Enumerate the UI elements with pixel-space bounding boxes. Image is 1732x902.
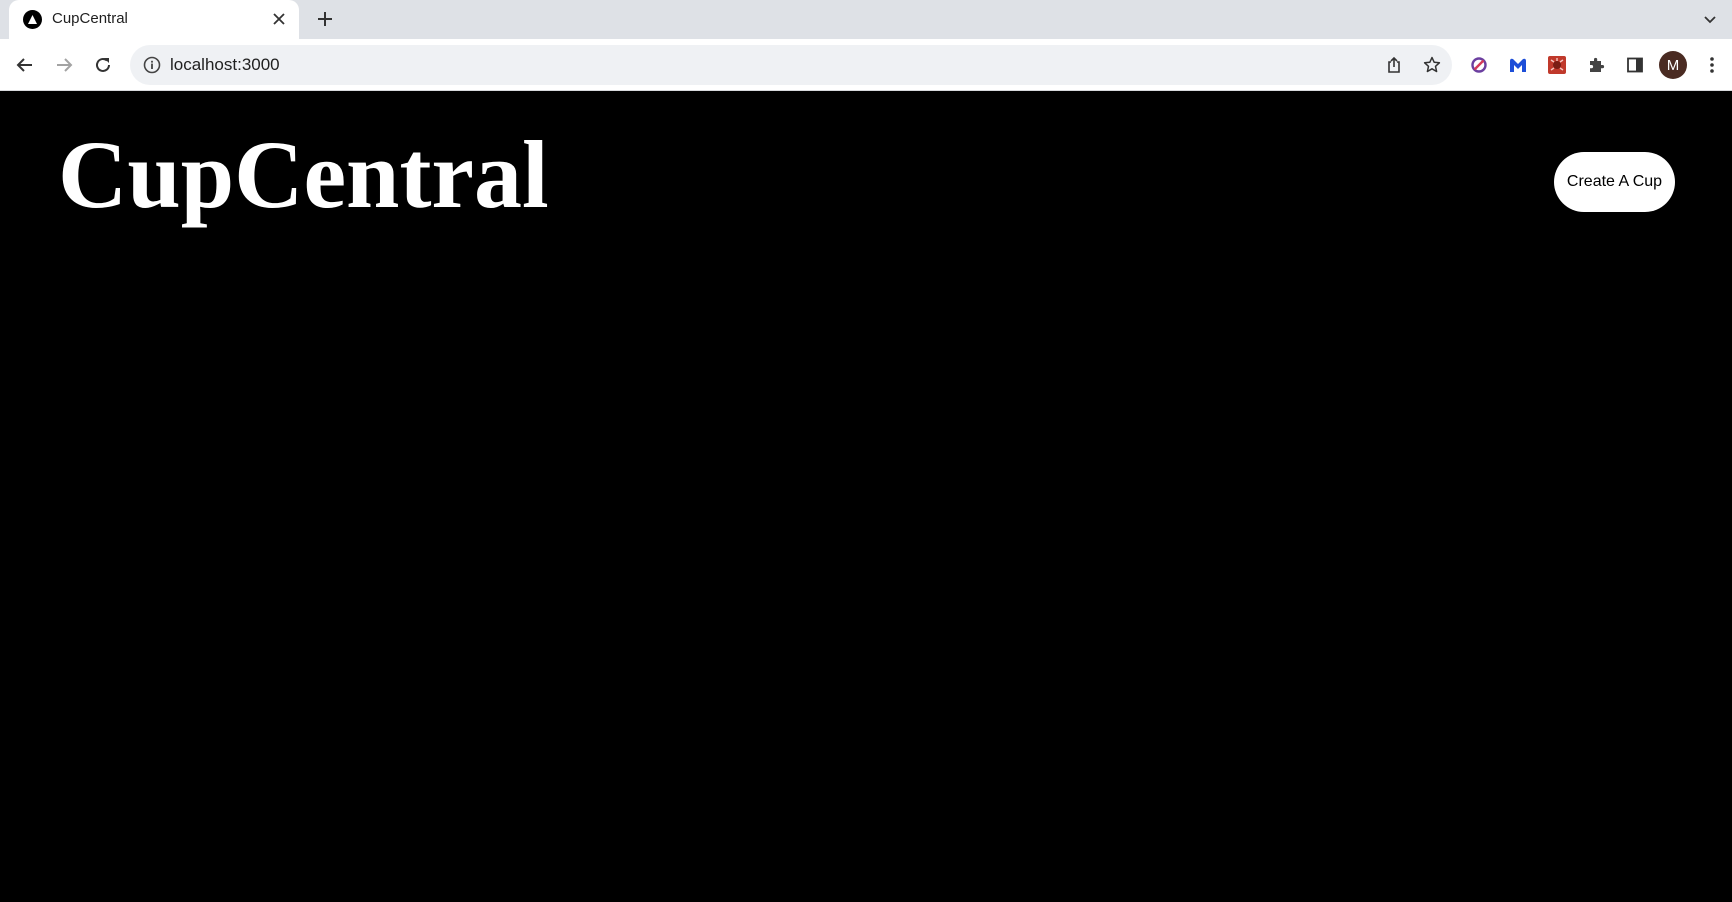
tab-title: CupCentral <box>52 10 128 27</box>
tab-search-chevron-down-icon[interactable] <box>1698 7 1722 31</box>
page-content: CupCentral Create A Cup <box>0 92 1732 902</box>
address-bar[interactable]: localhost:3000 <box>130 45 1452 85</box>
close-tab-icon[interactable] <box>269 9 289 29</box>
new-tab-icon[interactable] <box>313 7 337 31</box>
reload-icon[interactable] <box>88 50 118 80</box>
blocker-extension-icon[interactable] <box>1466 52 1492 78</box>
bookmark-star-icon[interactable] <box>1420 53 1444 77</box>
extensions-puzzle-icon[interactable] <box>1583 52 1609 78</box>
active-tab[interactable]: CupCentral <box>9 0 299 39</box>
back-arrow-icon[interactable] <box>10 50 40 80</box>
browser-toolbar: localhost:3000 M <box>0 39 1732 91</box>
browser-menu-kebab-icon[interactable] <box>1699 52 1725 78</box>
tab-strip: CupCentral <box>0 0 1732 39</box>
red-bug-extension-icon[interactable] <box>1544 52 1570 78</box>
site-title: CupCentral <box>58 121 549 228</box>
side-panel-icon[interactable] <box>1622 52 1648 78</box>
forward-arrow-icon[interactable] <box>49 50 79 80</box>
site-favicon-icon <box>23 10 42 29</box>
url-text: localhost:3000 <box>170 55 280 74</box>
profile-avatar[interactable]: M <box>1659 51 1687 79</box>
create-a-cup-button[interactable]: Create A Cup <box>1554 152 1675 212</box>
malwarebytes-extension-icon[interactable] <box>1505 52 1531 78</box>
site-info-icon[interactable] <box>142 55 162 75</box>
share-icon[interactable] <box>1382 53 1406 77</box>
